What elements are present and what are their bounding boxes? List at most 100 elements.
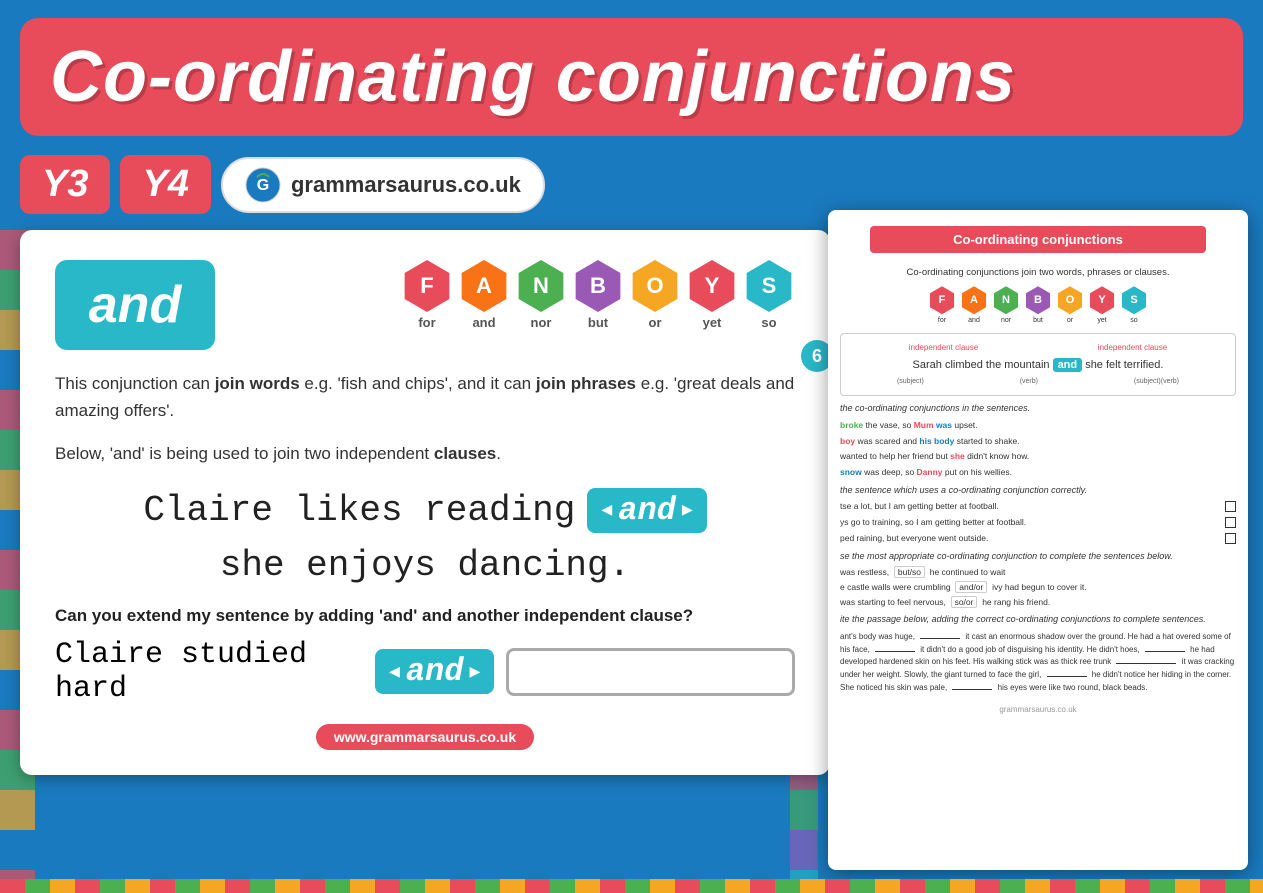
desc-text4: Below, 'and' is being used to join two i…: [55, 444, 434, 463]
ws-checkbox1: tse a lot, but I am getting better at fo…: [840, 500, 1236, 513]
fanboys-A: A and: [458, 260, 510, 330]
ws-label-but: but: [1033, 316, 1043, 327]
ws-passage-label-text: ite the passage below, adding the correc…: [840, 614, 1206, 624]
ws-sent-right: she felt terrified.: [1085, 359, 1163, 371]
footer-url: www.grammarsaurus.co.uk: [316, 724, 534, 750]
conjunction-word: and: [89, 275, 181, 335]
website-url: grammarsaurus.co.uk: [291, 172, 521, 198]
ws-content: Co-ordinating conjunctions join two word…: [828, 261, 1248, 725]
ws-sent2: boy was scared and his body started to s…: [840, 435, 1236, 448]
ws-label-nor: nor: [1001, 316, 1011, 327]
conjunction-badge: and: [55, 260, 215, 350]
ws-indep-clause2: independent clause: [1098, 342, 1167, 355]
ws-section2-text: the sentence which uses a co-ordinating …: [840, 485, 1087, 495]
ws-clause-labels: independent clause independent clause: [849, 342, 1227, 355]
ws-hex-F: F: [928, 286, 956, 314]
ws-hex-O: O: [1056, 286, 1084, 314]
ws-checkbox3: ped raining, but everyone went outside.: [840, 532, 1236, 545]
description-paragraph: This conjunction can join words e.g. 'fi…: [55, 370, 795, 424]
ws-fill1: was restless, but/so he continued to wai…: [840, 566, 1236, 579]
ws-fill3: was starting to feel nervous, so/or he r…: [840, 596, 1236, 609]
year4-badge: Y4: [120, 155, 210, 214]
ws-cb3-text: ped raining, but everyone went outside.: [840, 532, 988, 545]
card-footer: www.grammarsaurus.co.uk: [55, 724, 795, 750]
conjunction-inline-word: and: [618, 492, 676, 529]
ws-label-and: and: [968, 316, 980, 327]
ws-sent-left: Sarah climbed the mountain: [913, 359, 1053, 371]
ws-checkbox-box1[interactable]: [1225, 501, 1236, 512]
desc-text1: This conjunction can: [55, 374, 215, 393]
ws-label-for: for: [938, 316, 946, 327]
ws-header-label: Co-ordinating conjunctions: [870, 226, 1206, 253]
fanboys-N: N nor: [515, 260, 567, 330]
ws-example-box: independent clause independent clause Sa…: [840, 333, 1236, 397]
ws-passage-label: ite the passage below, adding the correc…: [840, 613, 1236, 627]
input-sentence-row: Claire studied hard and: [55, 638, 795, 706]
header: Co-ordinating conjunctions: [0, 0, 1263, 175]
ws-section1-text: the co-ordinating conjunctions in the se…: [840, 403, 1030, 413]
ws-fanboys-row: F for A and N nor B but O or Y yet: [840, 286, 1236, 327]
title-box: Co-ordinating conjunctions: [20, 18, 1243, 136]
label-so: so: [761, 315, 776, 330]
desc-bold3: clauses: [434, 444, 496, 463]
sentence-right: she enjoys dancing.: [220, 545, 630, 586]
label-but: but: [588, 315, 608, 330]
hex-Y: Y: [686, 260, 738, 312]
ws-section1-label: the co-ordinating conjunctions in the se…: [840, 402, 1236, 416]
conjunction-inline-word2: and: [406, 653, 464, 690]
ws-sent1: broke the vase, so Mum was upset.: [840, 419, 1236, 432]
hex-F: F: [401, 260, 453, 312]
ws-footer: grammarsaurus.co.uk: [840, 703, 1236, 721]
card-top-row: and F for A and N nor B but O or: [55, 260, 795, 350]
hex-S: S: [743, 260, 795, 312]
label-for: for: [418, 315, 435, 330]
ws-hex-N: N: [992, 286, 1020, 314]
ws-subject2: (subject)(verb): [1134, 376, 1179, 387]
hex-N: N: [515, 260, 567, 312]
label-and: and: [472, 315, 495, 330]
conjunction-inline-and2: and: [375, 649, 494, 694]
ws-subtitle: Co-ordinating conjunctions join two word…: [840, 266, 1236, 280]
ws-cb1-text: tse a lot, but I am getting better at fo…: [840, 500, 999, 513]
conjunction-inline-and: and: [587, 488, 706, 533]
hex-A: A: [458, 260, 510, 312]
ws-checkbox-box3[interactable]: [1225, 533, 1236, 544]
page-title: Co-ordinating conjunctions: [50, 36, 1016, 118]
fanboys-F: F for: [401, 260, 453, 330]
ws-fill2: e castle walls were crumbling and/or ivy…: [840, 581, 1236, 594]
main-card: and F for A and N nor B but O or: [20, 230, 830, 775]
ws-subject1: (subject): [897, 376, 924, 387]
main-example-sentence: Claire likes reading and she enjoys danc…: [55, 488, 795, 586]
ws-verb1: (verb): [1020, 376, 1038, 387]
ws-checkbox2: ys go to training, so I am getting bette…: [840, 516, 1236, 529]
ws-sent-and: and: [1053, 358, 1083, 372]
year3-badge: Y3: [20, 155, 110, 214]
worksheet-panel: Co-ordinating conjunctions Co-ordinating…: [828, 210, 1248, 870]
fanboys-row: F for A and N nor B but O or Y yet: [401, 260, 795, 330]
ws-sub-labels: (subject) (verb) (subject)(verb): [849, 376, 1227, 387]
user-input-field[interactable]: [506, 648, 795, 696]
desc-text2: e.g. 'fish and chips', and it can: [300, 374, 536, 393]
ws-section2-label: the sentence which uses a co-ordinating …: [840, 484, 1236, 498]
ws-label-yet: yet: [1097, 316, 1106, 327]
label-or: or: [649, 315, 662, 330]
description-paragraph2: Below, 'and' is being used to join two i…: [55, 440, 795, 467]
desc-bold1: join words: [215, 374, 300, 393]
ws-footer-logo: grammarsaurus.co.uk: [999, 705, 1076, 714]
svg-text:G: G: [257, 177, 269, 194]
fanboys-B: B but: [572, 260, 624, 330]
ws-section3-label: se the most appropriate co-ordinating co…: [840, 550, 1236, 564]
ws-hex-S: S: [1120, 286, 1148, 314]
desc-bold2: join phrases: [536, 374, 636, 393]
website-badge: G grammarsaurus.co.uk: [221, 157, 545, 213]
hex-O: O: [629, 260, 681, 312]
sentence-left: Claire likes reading: [143, 490, 575, 531]
label-nor: nor: [531, 315, 552, 330]
ws-checkbox-box2[interactable]: [1225, 517, 1236, 528]
ws-example-sentence: Sarah climbed the mountain and she felt …: [849, 357, 1227, 375]
fanboys-S: S so: [743, 260, 795, 330]
fanboys-O: O or: [629, 260, 681, 330]
ws-label-or: or: [1067, 316, 1073, 327]
ws-cb2-text: ys go to training, so I am getting bette…: [840, 516, 1026, 529]
fanboys-Y: Y yet: [686, 260, 738, 330]
